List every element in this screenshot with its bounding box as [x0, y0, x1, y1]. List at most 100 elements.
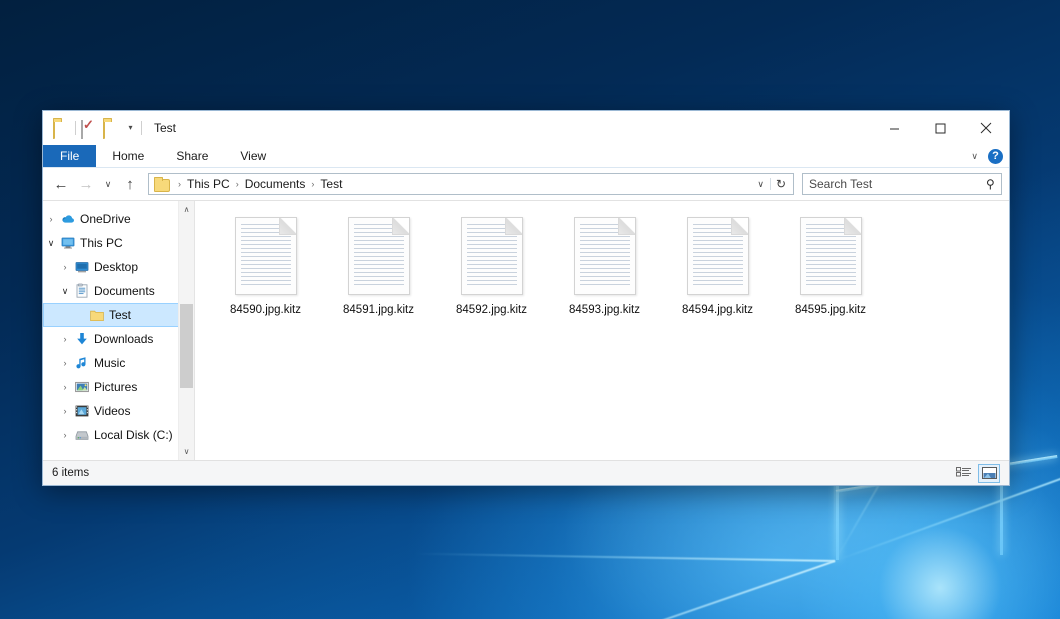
download-icon — [73, 331, 91, 347]
text-document-icon — [687, 217, 749, 295]
file-item[interactable]: 84592.jpg.kitz — [435, 215, 548, 316]
file-item[interactable]: 84594.jpg.kitz — [661, 215, 774, 316]
sidebar-item-label: This PC — [80, 236, 123, 250]
navigation-pane: › OneDrive∨ This PC› Desktop∨ — [43, 201, 195, 460]
view-buttons — [953, 464, 1000, 483]
title-bar: ▾ Test — [43, 111, 1009, 145]
text-document-icon — [574, 217, 636, 295]
sidebar-item-this-pc[interactable]: ∨ This PC — [43, 231, 194, 255]
chevron-right-icon[interactable]: › — [57, 358, 73, 368]
monitor-icon — [59, 235, 77, 251]
nav-scrollbar[interactable]: ∧ ∨ — [178, 201, 194, 460]
sidebar-item-local-disk-c[interactable]: › Local Disk (C:) — [43, 423, 194, 447]
chevron-right-icon[interactable]: › — [57, 262, 73, 272]
recent-locations-button[interactable]: ∨ — [100, 173, 116, 195]
window-body: › OneDrive∨ This PC› Desktop∨ — [43, 200, 1009, 460]
sidebar-item-downloads[interactable]: › Downloads — [43, 327, 194, 351]
status-bar: 6 items — [43, 460, 1009, 485]
chevron-right-icon[interactable]: › — [57, 334, 73, 344]
breadcrumb-this-pc[interactable]: This PC — [185, 177, 232, 191]
scroll-up-icon[interactable]: ∧ — [179, 201, 194, 218]
toolbar-separator — [75, 121, 76, 135]
tab-view[interactable]: View — [224, 145, 282, 167]
sidebar-item-label: Videos — [94, 404, 130, 418]
details-view-icon[interactable] — [953, 464, 975, 483]
sidebar-item-label: Downloads — [94, 332, 153, 346]
chevron-down-icon[interactable]: ∨ — [43, 238, 59, 249]
up-button[interactable]: ↑ — [119, 173, 141, 195]
light-ray — [343, 560, 835, 619]
file-name-label: 84592.jpg.kitz — [456, 304, 527, 316]
search-input[interactable] — [809, 177, 986, 191]
search-box[interactable]: ⚲ — [802, 173, 1002, 195]
file-list-area[interactable]: 84590.jpg.kitz 84591.jpg.kitz 84592.jpg.ki… — [195, 201, 1009, 460]
address-bar[interactable]: › This PC › Documents › Test ∨ ↻ — [148, 173, 794, 195]
large-icons-view-icon[interactable] — [978, 464, 1000, 483]
tab-file[interactable]: File — [43, 145, 96, 167]
maximize-button[interactable] — [917, 111, 963, 145]
window-controls — [871, 111, 1009, 145]
text-document-icon — [461, 217, 523, 295]
scrollbar-track[interactable] — [179, 218, 194, 443]
chevron-right-icon[interactable]: › — [57, 382, 73, 392]
sidebar-item-videos[interactable]: › Videos — [43, 399, 194, 423]
sidebar-item-music[interactable]: ›Music — [43, 351, 194, 375]
properties-icon[interactable] — [81, 120, 98, 137]
sidebar-item-label: Documents — [94, 284, 155, 298]
quick-access-toolbar: ▾ Test — [43, 111, 176, 145]
expand-ribbon-icon[interactable]: ∨ — [971, 151, 978, 162]
text-document-icon — [800, 217, 862, 295]
documents-icon — [73, 283, 91, 299]
new-folder-icon[interactable] — [103, 120, 120, 137]
file-explorer-window: ▾ Test File Home Share View ∨ ? ← → — [42, 110, 1010, 486]
breadcrumb-documents[interactable]: Documents — [243, 177, 308, 191]
folder-icon — [154, 179, 170, 192]
sidebar-item-label: Test — [109, 308, 131, 322]
window-title: Test — [154, 121, 176, 135]
file-item[interactable]: 84593.jpg.kitz — [548, 215, 661, 316]
text-document-icon — [348, 217, 410, 295]
ribbon-tabs: File Home Share View ∨ ? — [43, 145, 1009, 168]
sidebar-item-test[interactable]: Test — [43, 303, 194, 327]
videos-icon — [73, 403, 91, 419]
customize-dropdown-icon[interactable]: ▾ — [125, 124, 136, 132]
close-button[interactable] — [963, 111, 1009, 145]
file-item[interactable]: 84590.jpg.kitz — [209, 215, 322, 316]
file-name-label: 84591.jpg.kitz — [343, 304, 414, 316]
file-name-label: 84595.jpg.kitz — [795, 304, 866, 316]
text-document-icon — [235, 217, 297, 295]
sidebar-item-documents[interactable]: ∨ Documents — [43, 279, 194, 303]
back-button[interactable]: ← — [50, 173, 72, 195]
chevron-down-icon[interactable]: ∨ — [57, 286, 73, 297]
sidebar-item-onedrive[interactable]: › OneDrive — [43, 207, 194, 231]
breadcrumb-test[interactable]: Test — [318, 177, 344, 191]
minimize-button[interactable] — [871, 111, 917, 145]
sidebar-item-label: Desktop — [94, 260, 138, 274]
chevron-right-icon[interactable]: › — [57, 430, 73, 440]
address-dropdown-icon[interactable]: ∨ — [751, 179, 770, 190]
file-grid: 84590.jpg.kitz 84591.jpg.kitz 84592.jpg.ki… — [209, 215, 1009, 316]
forward-button[interactable]: → — [75, 173, 97, 195]
refresh-icon[interactable]: ↻ — [770, 178, 791, 190]
help-icon[interactable]: ? — [988, 149, 1003, 164]
scroll-down-icon[interactable]: ∨ — [179, 443, 194, 460]
sidebar-item-label: Pictures — [94, 380, 137, 394]
item-count-label: 6 items — [52, 467, 89, 479]
file-item[interactable]: 84591.jpg.kitz — [322, 215, 435, 316]
light-ray — [415, 553, 835, 562]
breadcrumb-separator: › — [174, 179, 185, 189]
sidebar-item-label: Local Disk (C:) — [94, 428, 173, 442]
sidebar-item-desktop[interactable]: › Desktop — [43, 255, 194, 279]
search-icon[interactable]: ⚲ — [986, 177, 995, 191]
tab-share[interactable]: Share — [160, 145, 224, 167]
disk-icon — [73, 427, 91, 443]
sidebar-item-pictures[interactable]: › Pictures — [43, 375, 194, 399]
file-name-label: 84593.jpg.kitz — [569, 304, 640, 316]
scrollbar-thumb[interactable] — [180, 304, 193, 388]
chevron-right-icon[interactable]: › — [57, 406, 73, 416]
tab-home[interactable]: Home — [96, 145, 160, 167]
sidebar-item-label: OneDrive — [80, 212, 131, 226]
chevron-right-icon[interactable]: › — [43, 214, 59, 224]
file-item[interactable]: 84595.jpg.kitz — [774, 215, 887, 316]
folder-icon[interactable] — [53, 120, 70, 137]
